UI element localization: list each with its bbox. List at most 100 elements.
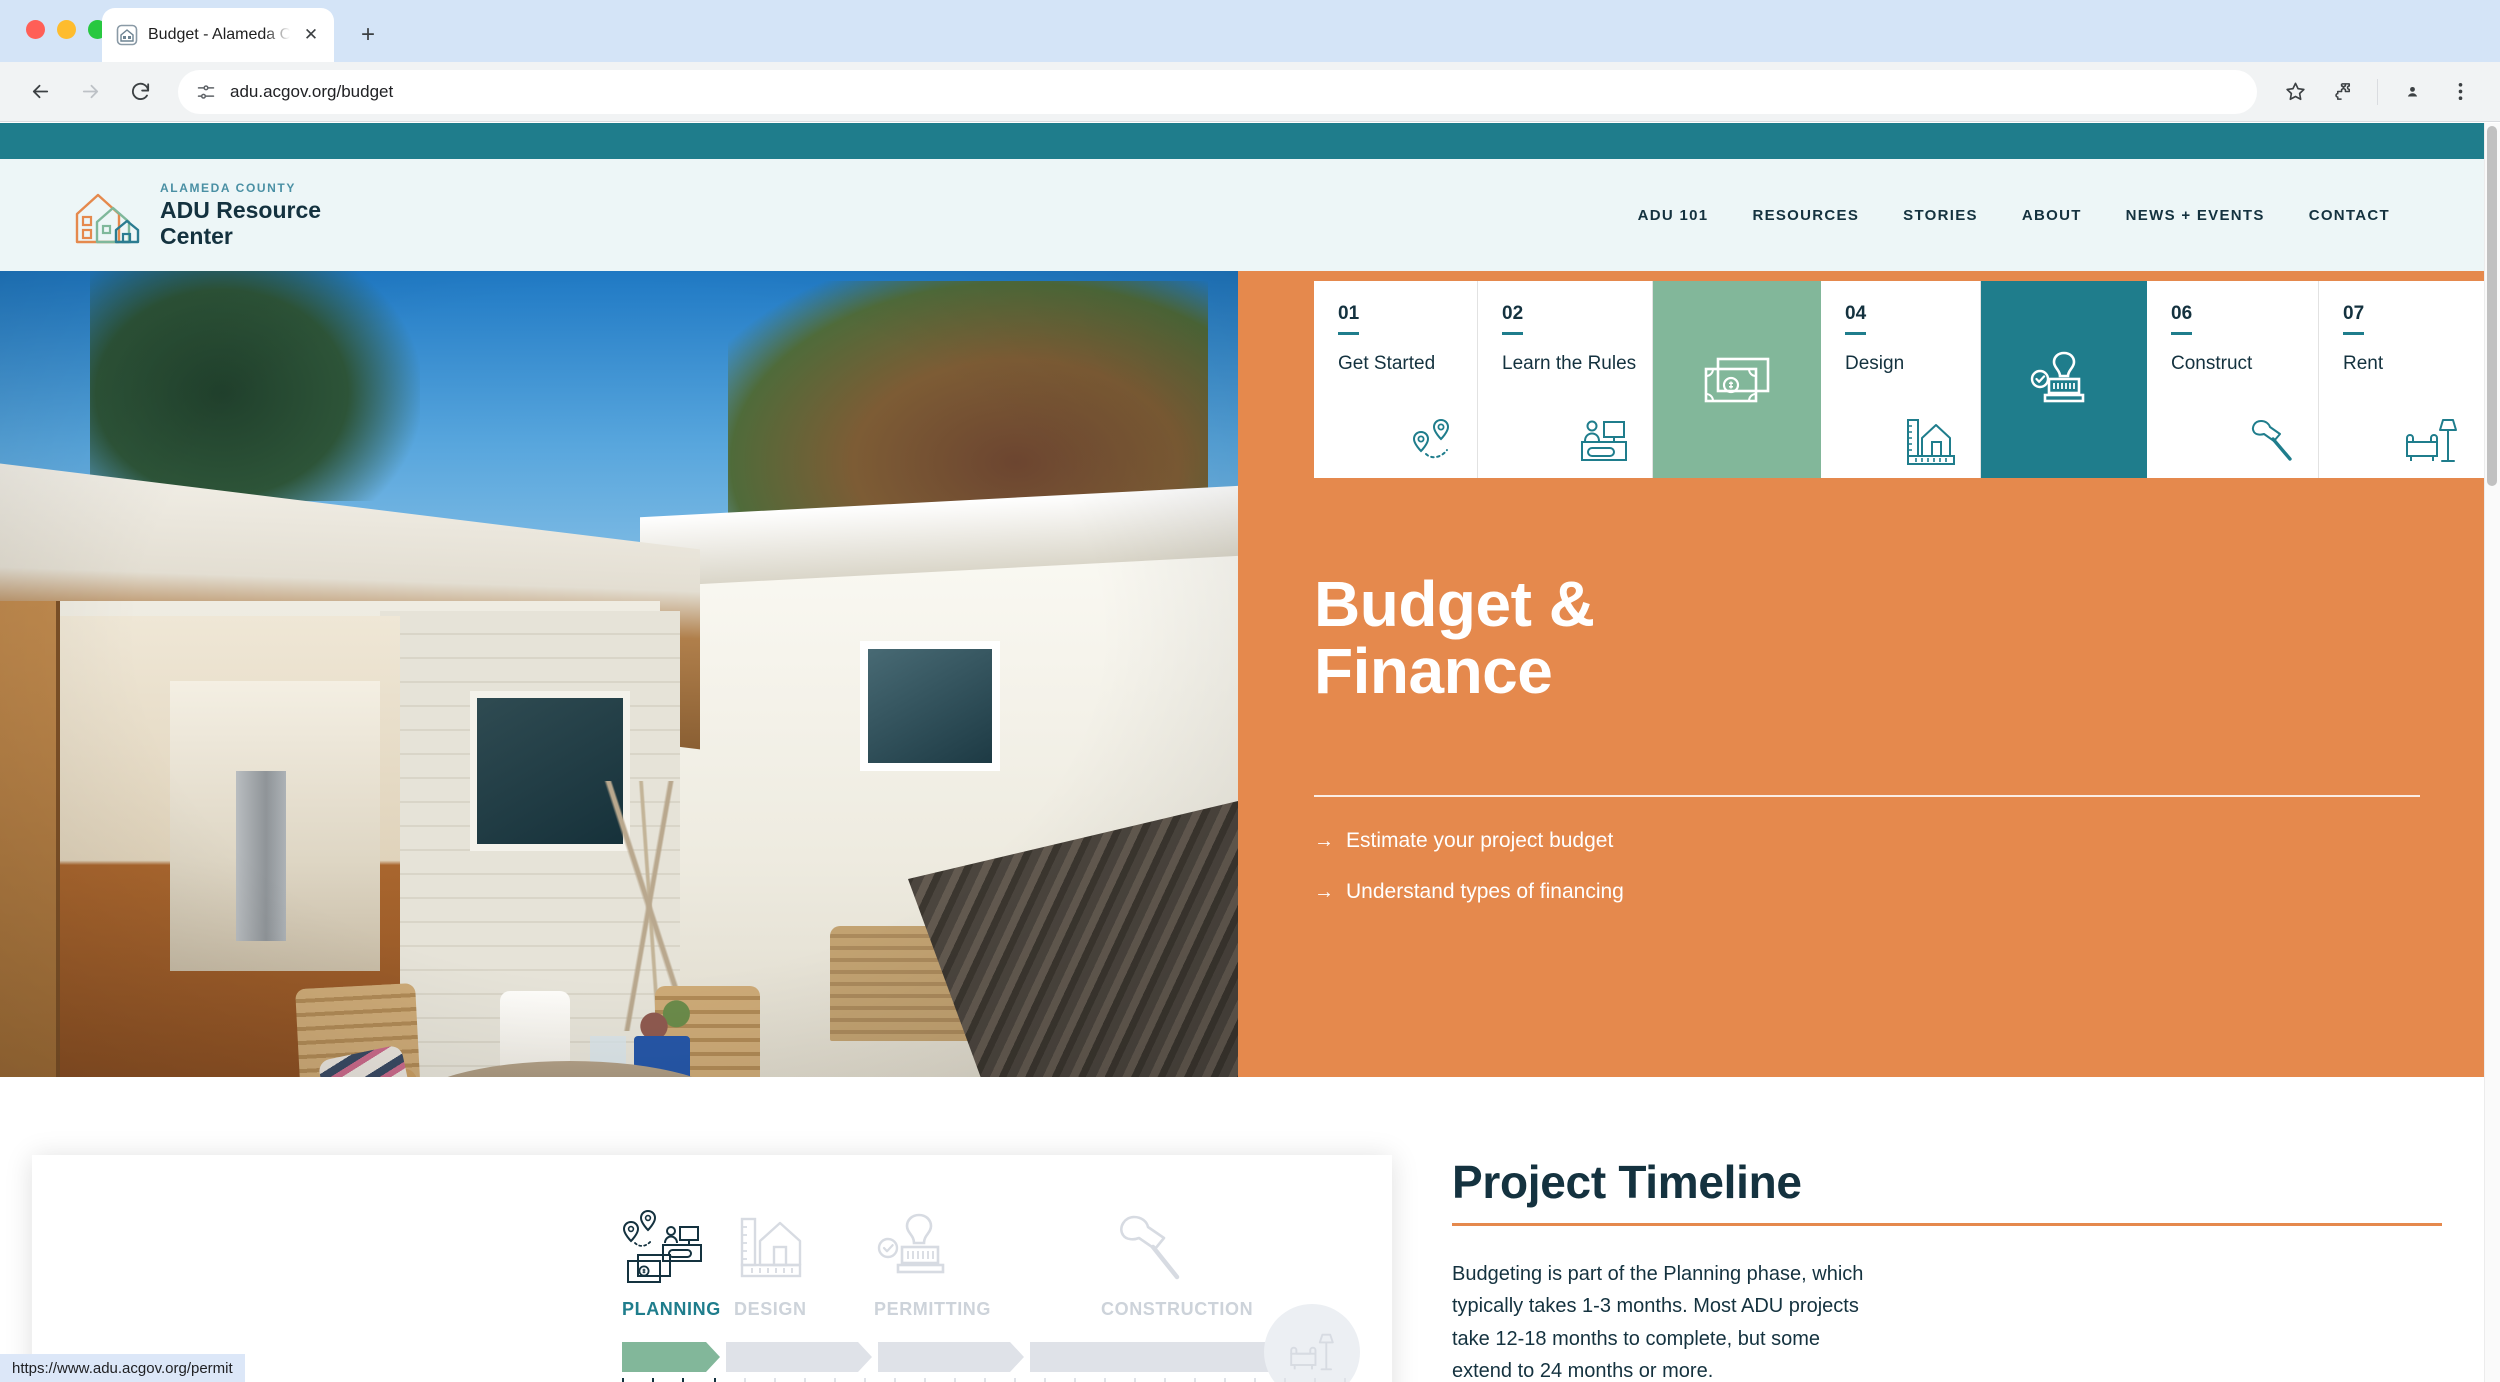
step-number: 07 (2343, 303, 2365, 335)
ruler-house-icon (1902, 414, 1962, 466)
toolbar-divider (2377, 78, 2378, 105)
logo-kicker: ALAMEDA COUNTY (160, 181, 296, 196)
close-window-button[interactable] (26, 20, 45, 39)
desk-person-icon (1574, 414, 1634, 466)
browser-toolbar: adu.acgov.org/budget (0, 62, 2500, 122)
arrow-right-icon: → (1314, 830, 1334, 853)
house-favicon (116, 24, 138, 46)
timeline-text-block: Project Timeline Budgeting is part of th… (1452, 1155, 2442, 1382)
step-number: 02 (1502, 303, 1524, 335)
hero-divider (1314, 795, 2420, 798)
timeline-widget: PLANNING DESIGN PERMITTING CONSTRUCTION (32, 1155, 1392, 1382)
hammer-icon (2240, 414, 2300, 466)
planning-icons (622, 1201, 734, 1287)
hammer-icon (1101, 1201, 1341, 1287)
browser-tab-title: Budget - Alameda County AD (148, 26, 290, 43)
link-status-bubble: https://www.adu.acgov.org/permit (0, 1354, 245, 1382)
map-pins-icon (1399, 414, 1459, 466)
nav-item-about[interactable]: ABOUT (2000, 207, 2104, 224)
arrow-right-icon: → (1314, 881, 1334, 904)
hero-link-types-of-financing[interactable]: → Understand types of financing (1314, 880, 2420, 904)
section-heading: Project Timeline (1452, 1156, 1802, 1208)
step-number: 06 (2171, 303, 2193, 335)
timeline-phase-permitting[interactable]: PERMITTING (874, 1201, 1101, 1320)
hero-link-label: Estimate your project budget (1346, 829, 1614, 853)
step-card-07[interactable]: 07 Rent (2319, 281, 2479, 478)
step-label: Get Started (1338, 353, 1436, 374)
step-card-01[interactable]: 01 Get Started (1314, 281, 1478, 478)
star-icon[interactable] (2273, 70, 2317, 114)
section-heading-rule (1452, 1223, 2442, 1226)
timeline-section: PLANNING DESIGN PERMITTING CONSTRUCTION … (0, 1077, 2484, 1382)
hero-section: 01 Get Started 02 Learn the Rules 04 Des… (0, 271, 2484, 1077)
hero-content-panel: 01 Get Started 02 Learn the Rules 04 Des… (1238, 271, 2484, 1077)
browser-window: Budget - Alameda County AD ✕ + (0, 0, 2500, 1382)
permit-stamp-icon (874, 1201, 1101, 1287)
phase-name: PERMITTING (874, 1299, 991, 1319)
step-label: Learn the Rules (1502, 353, 1637, 374)
nav-item-news-events[interactable]: NEWS + EVENTS (2104, 207, 2287, 224)
main-navigation: ADU 101 RESOURCES STORIES ABOUT NEWS + E… (1616, 207, 2412, 224)
step-card-04[interactable]: 04 Design (1821, 281, 1981, 478)
timeline-chevron-design (726, 1342, 872, 1372)
toolbar-icons (2273, 70, 2482, 114)
step-card-02[interactable]: 02 Learn the Rules (1478, 281, 1653, 478)
step-label: Rent (2343, 353, 2384, 374)
nav-item-stories[interactable]: STORIES (1881, 207, 2000, 224)
timeline-phase-planning[interactable]: PLANNING (608, 1179, 734, 1368)
step-cards: 01 Get Started 02 Learn the Rules 04 Des… (1314, 281, 2484, 478)
hero-link-label: Understand types of financing (1346, 880, 1624, 904)
hero-link-estimate-budget[interactable]: → Estimate your project budget (1314, 829, 2420, 853)
nav-item-contact[interactable]: CONTACT (2287, 207, 2412, 224)
section-body-text: Budgeting is part of the Planning phase,… (1452, 1263, 1864, 1382)
reload-icon[interactable] (118, 70, 162, 114)
step-card-06[interactable]: 06 Construct (2147, 281, 2319, 478)
step-card-05-permit[interactable] (1981, 281, 2147, 478)
timeline-progress-bar (622, 1304, 1360, 1382)
back-arrow-icon[interactable] (18, 70, 62, 114)
url-text[interactable]: adu.acgov.org/budget (230, 82, 393, 102)
step-number: 04 (1845, 303, 1867, 335)
timeline-phase-construction[interactable]: CONSTRUCTION (1101, 1201, 1341, 1320)
phase-name: DESIGN (734, 1299, 807, 1319)
phase-name: PLANNING (622, 1299, 721, 1319)
site-settings-icon[interactable] (196, 82, 216, 102)
timeline-phases: PLANNING DESIGN PERMITTING CONSTRUCTION (608, 1179, 1352, 1368)
close-icon[interactable]: ✕ (300, 24, 322, 46)
site-logo[interactable]: ALAMEDA COUNTY ADU Resource Center (72, 180, 321, 250)
adu-house-logo-icon (72, 184, 144, 246)
step-card-03-budget[interactable] (1653, 281, 1821, 478)
timeline-chevron-permitting (878, 1342, 1024, 1372)
browser-tab[interactable]: Budget - Alameda County AD ✕ (102, 8, 334, 62)
step-number: 01 (1338, 303, 1360, 335)
new-tab-button[interactable]: + (348, 15, 388, 55)
minimize-window-button[interactable] (57, 20, 76, 39)
nav-item-resources[interactable]: RESOURCES (1730, 207, 1881, 224)
ruler-house-icon (734, 1201, 874, 1287)
three-dot-menu-icon[interactable] (2438, 70, 2482, 114)
timeline-tick-axis (622, 1378, 1352, 1382)
timeline-chevron-planning (622, 1342, 720, 1372)
address-bar[interactable]: adu.acgov.org/budget (178, 69, 2257, 114)
nav-item-adu-101[interactable]: ADU 101 (1616, 207, 1731, 224)
timeline-widget-card: PLANNING DESIGN PERMITTING CONSTRUCTION (32, 1155, 1392, 1382)
scrollbar-thumb[interactable] (2487, 126, 2497, 486)
vertical-scrollbar[interactable] (2484, 123, 2500, 1382)
site-logo-text: ALAMEDA COUNTY ADU Resource Center (160, 180, 321, 250)
armchair-lamp-icon (2401, 414, 2461, 466)
puzzle-piece-icon[interactable] (2321, 70, 2365, 114)
permit-stamp-icon (2023, 345, 2105, 415)
browser-tab-strip: Budget - Alameda County AD ✕ + (0, 0, 2500, 62)
page-title-line2: Finance (1314, 635, 1553, 708)
logo-name-line1: ADU Resource (160, 197, 322, 224)
step-label: Construct (2171, 353, 2253, 374)
hero-copy: Budget & Finance → Estimate your project… (1314, 570, 2420, 931)
hero-photo (0, 271, 1238, 1077)
logo-name-line2: Center (160, 223, 233, 249)
timeline-phase-design[interactable]: DESIGN (734, 1201, 874, 1320)
forward-arrow-icon[interactable] (68, 70, 112, 114)
window-traffic-lights (26, 20, 107, 39)
profile-icon[interactable] (2390, 70, 2434, 114)
site-header: ALAMEDA COUNTY ADU Resource Center ADU 1… (0, 159, 2484, 271)
page-viewport: ALAMEDA COUNTY ADU Resource Center ADU 1… (0, 123, 2500, 1382)
